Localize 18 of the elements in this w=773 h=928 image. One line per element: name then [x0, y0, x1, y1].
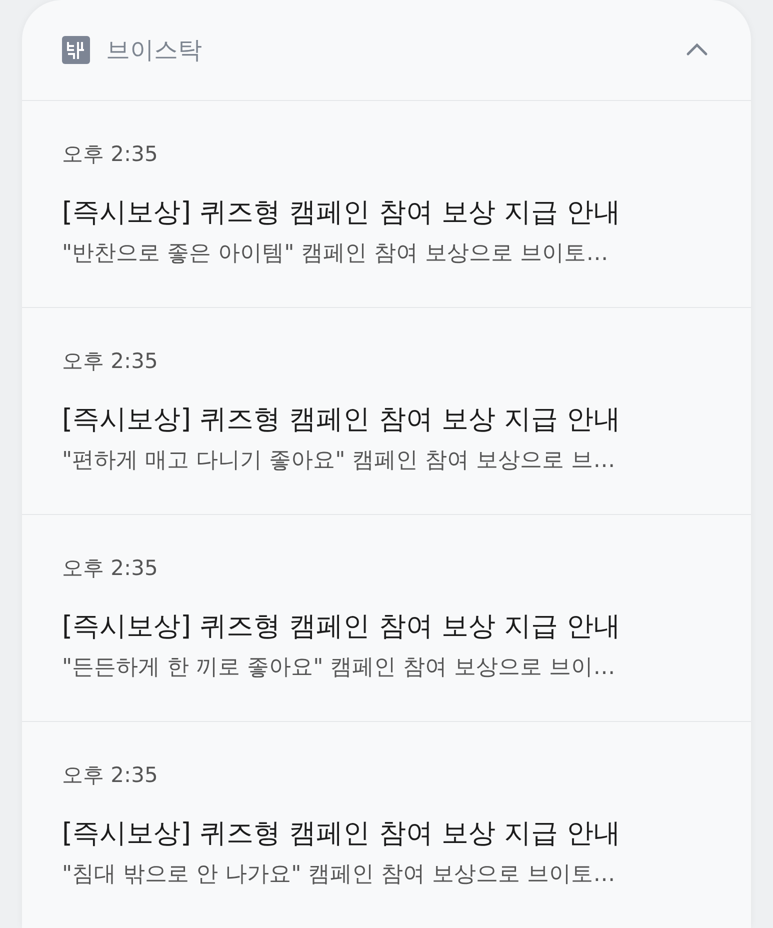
notification-body: "든든하게 한 끼로 좋아요" 캠페인 참여 보상으로 브이… [62, 654, 616, 682]
notification-title: [즉시보상] 퀴즈형 캠페인 참여 보상 지급 안내 [62, 196, 622, 230]
notification-item[interactable]: 오후 2:35 [즉시보상] 퀴즈형 캠페인 참여 보상 지급 안내 "든든하게 한 끼로 좋아요" 캠페인 참여 보상으로 브이… [22, 515, 751, 722]
notification-time: 오후 2:35 [62, 762, 159, 789]
notification-body: "반찬으로 좋은 아이템" 캠페인 참여 보상으로 브이토… [62, 240, 610, 268]
app-icon [62, 36, 90, 64]
notification-title: [즉시보상] 퀴즈형 캠페인 참여 보상 지급 안내 [62, 403, 622, 437]
notification-body: "편하게 매고 다니기 좋아요" 캠페인 참여 보상으로 브… [62, 447, 616, 475]
notification-item[interactable]: 오후 2:35 [즉시보상] 퀴즈형 캠페인 참여 보상 지급 안내 "반찬으로 좋은 아이템" 캠페인 참여 보상으로 브이토… [22, 101, 751, 308]
notification-time: 오후 2:35 [62, 141, 159, 168]
notification-title: [즉시보상] 퀴즈형 캠페인 참여 보상 지급 안내 [62, 817, 622, 851]
notification-item[interactable]: 오후 2:35 [즉시보상] 퀴즈형 캠페인 참여 보상 지급 안내 "편하게 매고 다니기 좋아요" 캠페인 참여 보상으로 브… [22, 308, 751, 515]
notification-title: [즉시보상] 퀴즈형 캠페인 참여 보상 지급 안내 [62, 610, 622, 644]
notification-item[interactable]: 오후 2:35 [즉시보상] 퀴즈형 캠페인 참여 보상 지급 안내 "침대 밖으로 안 나가요" 캠페인 참여 보상으로 브이토… [22, 722, 751, 928]
notification-time: 오후 2:35 [62, 348, 159, 375]
app-name: 브이스탁 [106, 35, 203, 66]
notification-time: 오후 2:35 [62, 555, 159, 582]
notification-body: "침대 밖으로 안 나가요" 캠페인 참여 보상으로 브이토… [62, 861, 616, 889]
